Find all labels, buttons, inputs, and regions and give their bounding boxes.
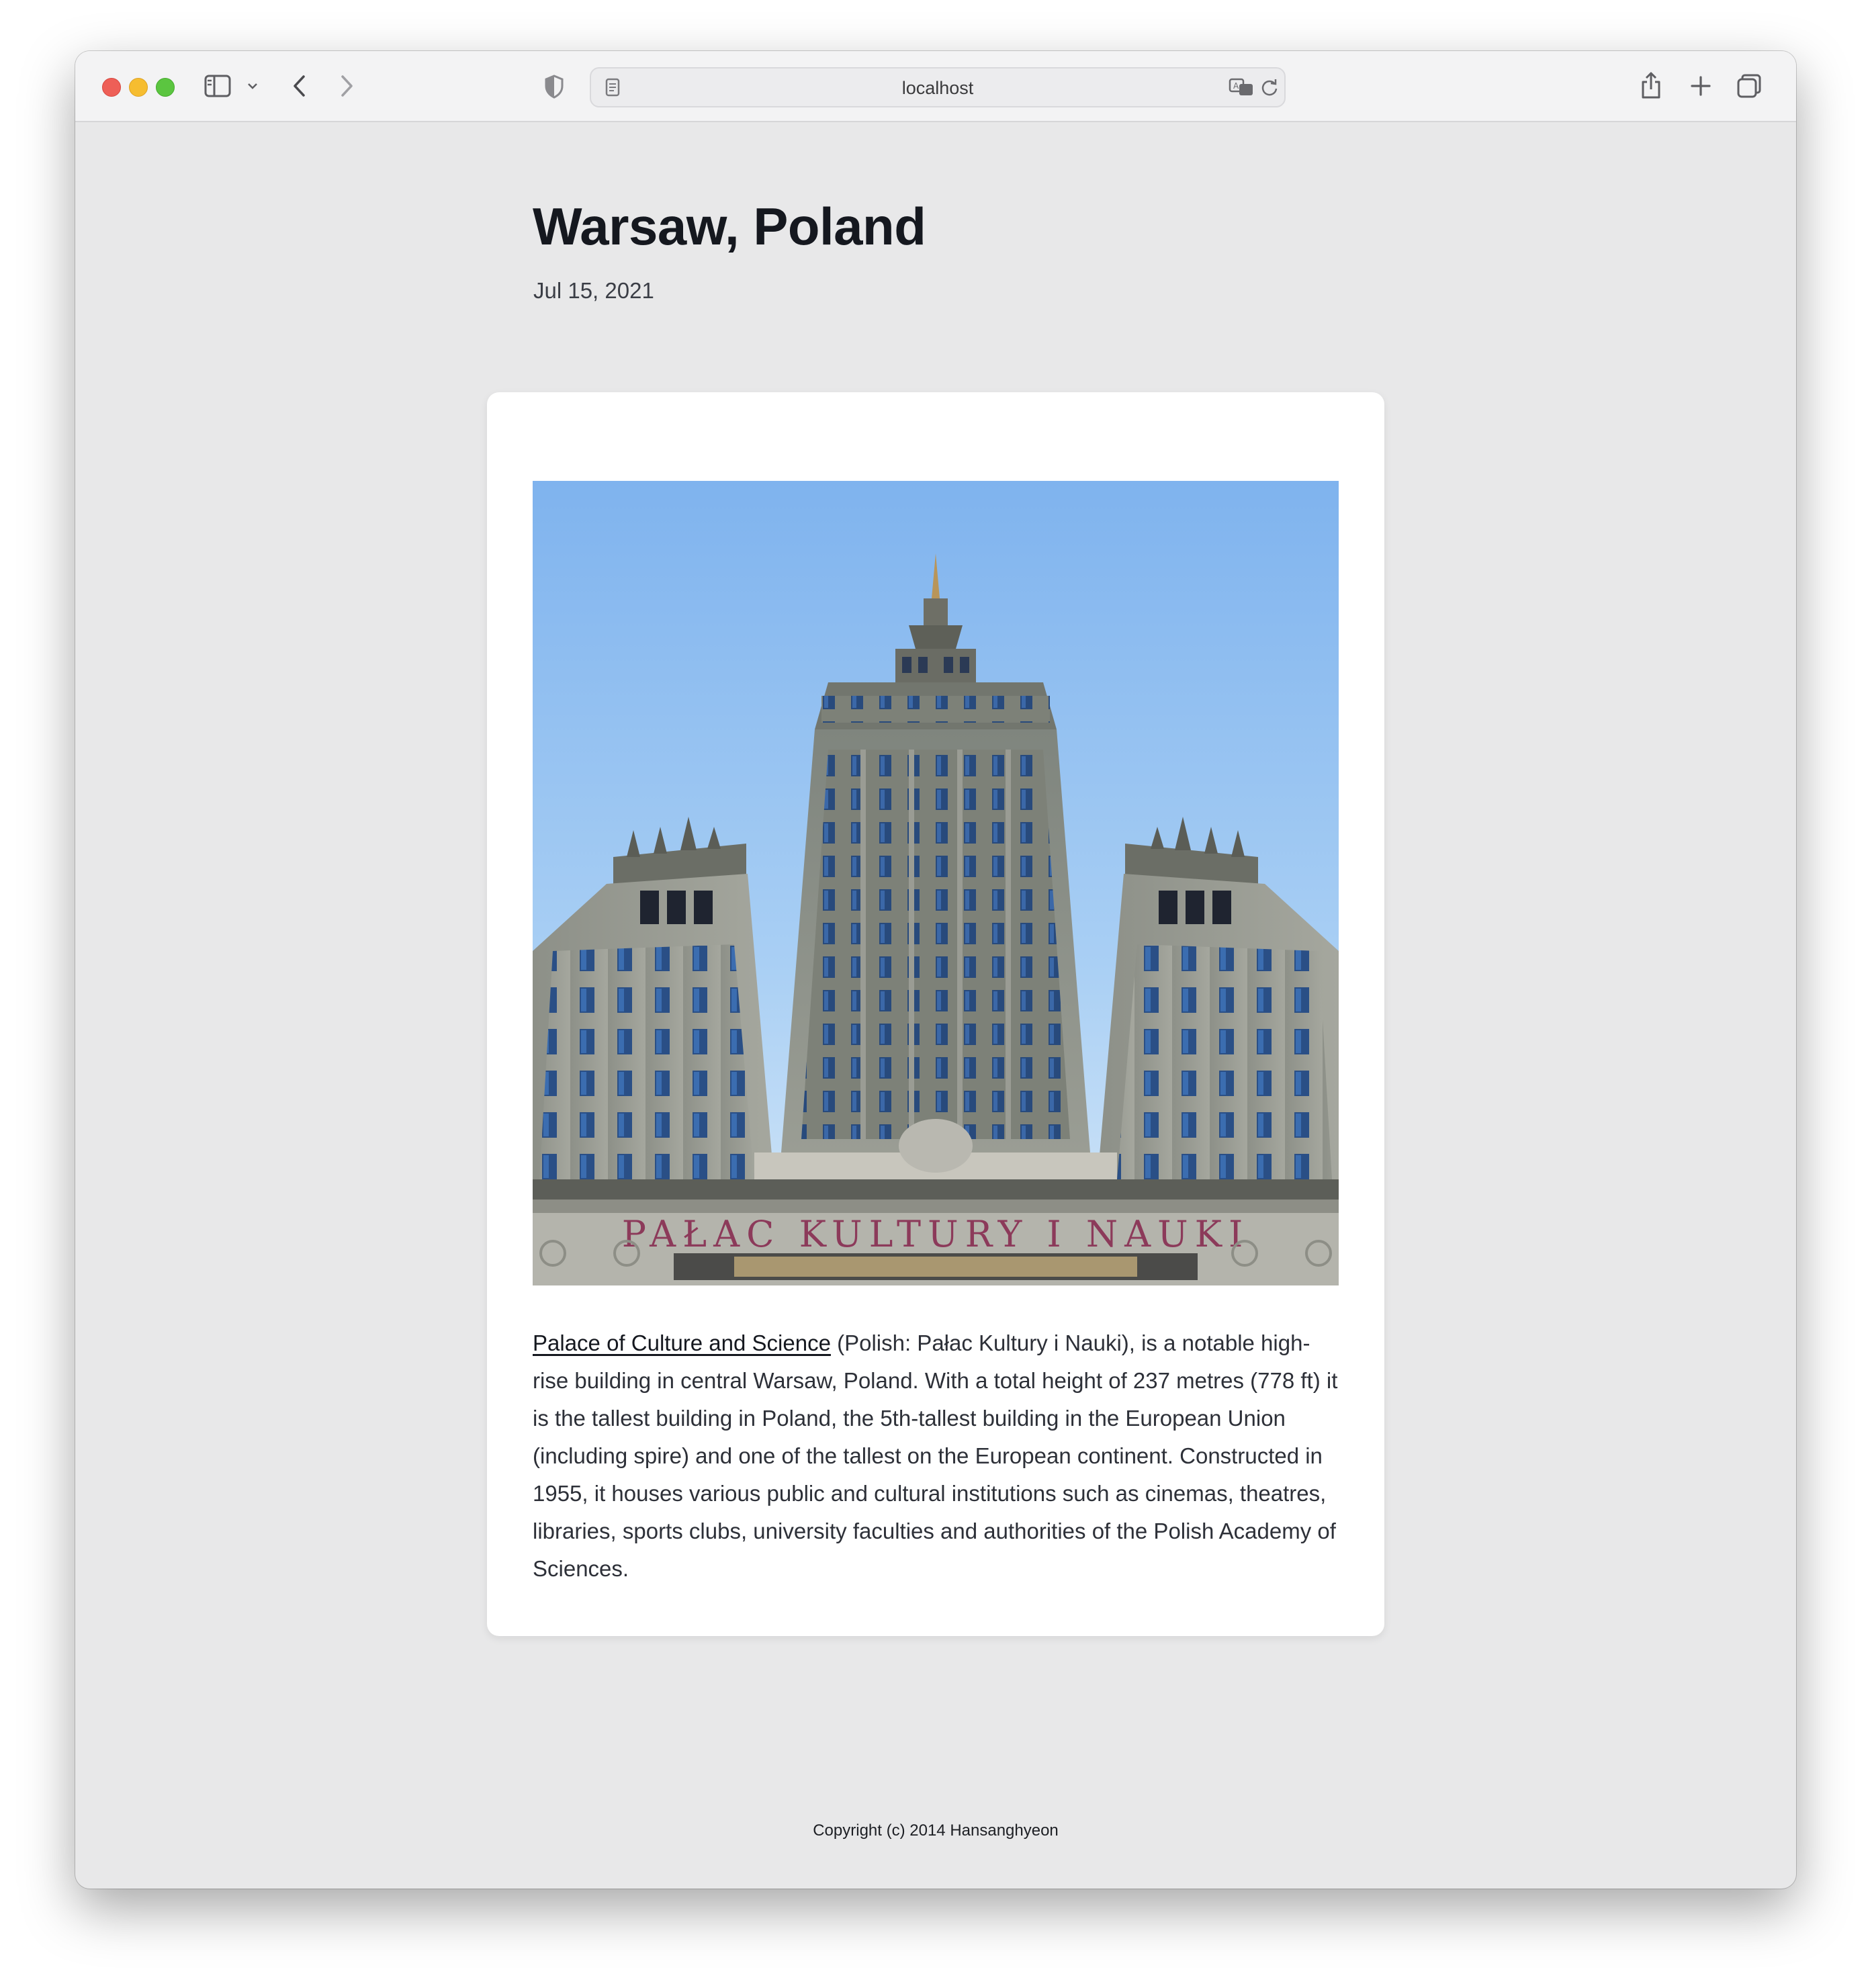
post-description: Palace of Culture and Science (Polish: P…	[533, 1324, 1345, 1588]
translate-icon[interactable]: A	[1228, 77, 1255, 98]
back-arrow-icon[interactable]	[289, 71, 310, 101]
new-tab-icon[interactable]	[1687, 71, 1714, 101]
tab-overview-icon[interactable]	[1734, 71, 1764, 101]
close-window-button[interactable]	[102, 78, 121, 97]
browser-toolbar: localhost A	[75, 51, 1796, 122]
minimize-window-button[interactable]	[129, 78, 148, 97]
photo-sign-text: PAŁAC KULTURY I NAUKI	[622, 1213, 1250, 1255]
reload-icon[interactable]	[1259, 77, 1280, 98]
address-bar[interactable]: localhost A	[590, 67, 1286, 107]
browser-window: localhost A Warsaw, Poland Jul 15, 2021	[75, 51, 1796, 1889]
forward-arrow-icon[interactable]	[336, 71, 357, 101]
privacy-shield-icon[interactable]	[543, 74, 566, 99]
palace-link[interactable]: Palace of Culture and Science	[533, 1330, 831, 1355]
url-text[interactable]: localhost	[591, 78, 1284, 99]
sidebar-toggle-icon[interactable]	[204, 74, 231, 98]
post-photo: PAŁAC KULTURY I NAUKI	[533, 481, 1339, 1285]
svg-text:A: A	[1233, 81, 1239, 91]
zoom-window-button[interactable]	[156, 78, 175, 97]
post-card: PAŁAC KULTURY I NAUKI Palace of Culture …	[487, 392, 1384, 1636]
post-title: Warsaw, Poland	[533, 197, 926, 256]
share-icon[interactable]	[1638, 69, 1664, 102]
page-content: Warsaw, Poland Jul 15, 2021 PAŁAC KULTUR…	[75, 122, 1796, 1889]
post-date: Jul 15, 2021	[533, 278, 654, 303]
footer-copyright: Copyright (c) 2014 Hansanghyeon	[813, 1821, 1059, 1840]
description-text: (Polish: Pałac Kultury i Nauki), is a no…	[533, 1330, 1338, 1581]
chevron-down-icon[interactable]	[246, 78, 259, 94]
